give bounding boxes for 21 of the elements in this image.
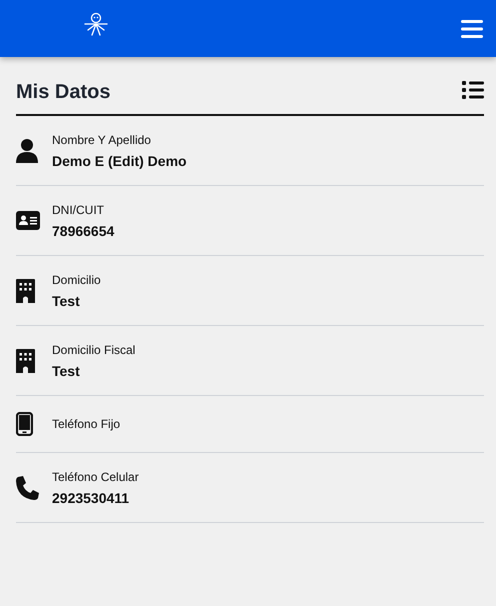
logo-icon bbox=[82, 12, 110, 38]
field-value: Test bbox=[52, 292, 81, 308]
field-value: 2923530411 bbox=[52, 490, 130, 506]
mobile-phone-icon bbox=[16, 412, 33, 436]
list-icon[interactable] bbox=[462, 80, 484, 98]
id-card-icon bbox=[16, 211, 40, 230]
field-label: Teléfono Fijo bbox=[52, 417, 120, 431]
building-icon bbox=[16, 278, 35, 302]
phone-icon bbox=[16, 476, 40, 500]
field-value: 78966654 bbox=[52, 222, 114, 238]
field-label: Domicilio Fiscal bbox=[52, 342, 136, 356]
field-label: DNI/CUIT bbox=[52, 202, 105, 216]
field-label: Domicilio bbox=[52, 272, 101, 286]
field-label: Teléfono Celular bbox=[52, 470, 139, 484]
field-value: Demo E (Edit) Demo bbox=[52, 152, 187, 168]
page-title: Mis Datos bbox=[16, 80, 110, 104]
field-label: Nombre Y Apellido bbox=[52, 132, 152, 146]
field-value: Test bbox=[52, 362, 81, 378]
person-icon bbox=[16, 138, 38, 162]
building-icon bbox=[16, 348, 35, 372]
menu-icon[interactable] bbox=[461, 20, 483, 38]
